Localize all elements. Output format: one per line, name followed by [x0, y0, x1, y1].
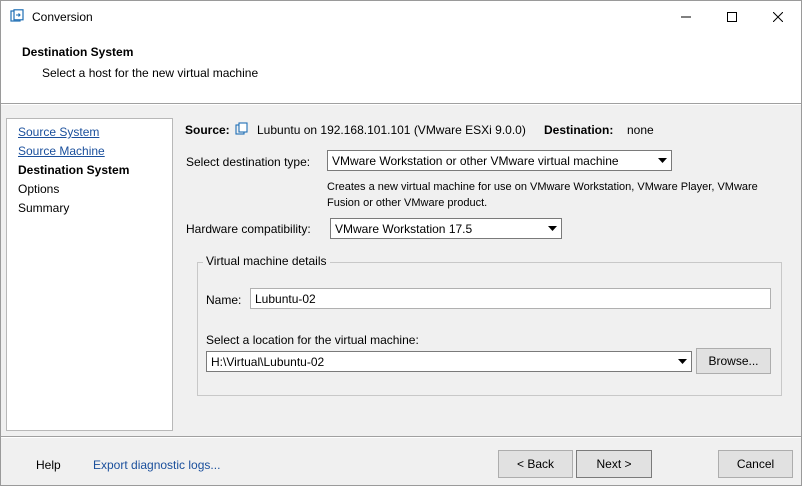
browse-button[interactable]: Browse... — [696, 348, 771, 374]
nav-item-source-machine[interactable]: Source Machine — [18, 144, 105, 158]
minimize-icon — [681, 16, 691, 17]
page-subtitle: Select a host for the new virtual machin… — [42, 66, 259, 80]
window-title: Conversion — [32, 10, 93, 24]
name-label: Name: — [206, 293, 242, 307]
nav-item-destination-system: Destination System — [18, 163, 130, 177]
back-button[interactable]: < Back — [498, 450, 573, 478]
wizard-header: Destination System Select a host for the… — [1, 32, 801, 103]
maximize-icon — [727, 11, 737, 22]
source-label: Source: — [185, 123, 230, 137]
wizard-steps-panel: Source System Source Machine Destination… — [6, 118, 173, 431]
destination-type-select[interactable]: VMware Workstation or other VMware virtu… — [327, 150, 672, 171]
chevron-down-icon — [544, 219, 561, 238]
footer-divider — [1, 436, 801, 438]
vm-source-icon — [235, 122, 249, 139]
minimize-button[interactable] — [663, 1, 709, 32]
vm-name-input[interactable]: Lubuntu-02 — [250, 288, 771, 309]
maximize-button[interactable] — [709, 1, 755, 32]
title-bar: Conversion — [1, 1, 801, 32]
chevron-down-icon — [674, 352, 691, 371]
destination-type-value: VMware Workstation or other VMware virtu… — [332, 153, 619, 168]
help-button[interactable]: Help — [36, 458, 61, 472]
nav-item-options: Options — [18, 182, 60, 196]
close-icon — [773, 11, 783, 22]
hardware-compat-label: Hardware compatibility: — [186, 222, 311, 236]
page-title: Destination System — [22, 45, 134, 59]
destination-label: Destination: — [544, 123, 614, 137]
export-diagnostic-logs-link[interactable]: Export diagnostic logs... — [93, 458, 220, 472]
vm-location-value: H:\Virtual\Lubuntu-02 — [211, 354, 325, 369]
vm-details-legend: Virtual machine details — [203, 254, 330, 268]
destination-type-description-1: Creates a new virtual machine for use on… — [327, 181, 758, 193]
hardware-compat-value: VMware Workstation 17.5 — [335, 221, 473, 236]
hardware-compat-select[interactable]: VMware Workstation 17.5 — [330, 218, 562, 239]
location-label: Select a location for the virtual machin… — [206, 333, 419, 347]
destination-type-label: Select destination type: — [186, 155, 311, 169]
nav-item-source-system[interactable]: Source System — [18, 125, 99, 139]
nav-item-summary: Summary — [18, 201, 70, 215]
chevron-down-icon — [654, 151, 671, 170]
close-button[interactable] — [755, 1, 801, 32]
destination-value: none — [627, 123, 654, 137]
converter-app-icon — [10, 9, 24, 23]
content-area: Source: Lubuntu on 192.168.101.101 (VMwa… — [173, 105, 801, 435]
vm-location-select[interactable]: H:\Virtual\Lubuntu-02 — [206, 351, 692, 372]
conversion-window: Conversion Destination System Select a h… — [0, 0, 802, 486]
destination-type-description-2: Fusion or other VMware product. — [327, 197, 488, 209]
source-value: Lubuntu on 192.168.101.101 (VMware ESXi … — [257, 123, 526, 137]
cancel-button[interactable]: Cancel — [718, 450, 793, 478]
vm-details-group: Virtual machine details Name: Lubuntu-02… — [197, 254, 782, 396]
next-button[interactable]: Next > — [576, 450, 652, 478]
